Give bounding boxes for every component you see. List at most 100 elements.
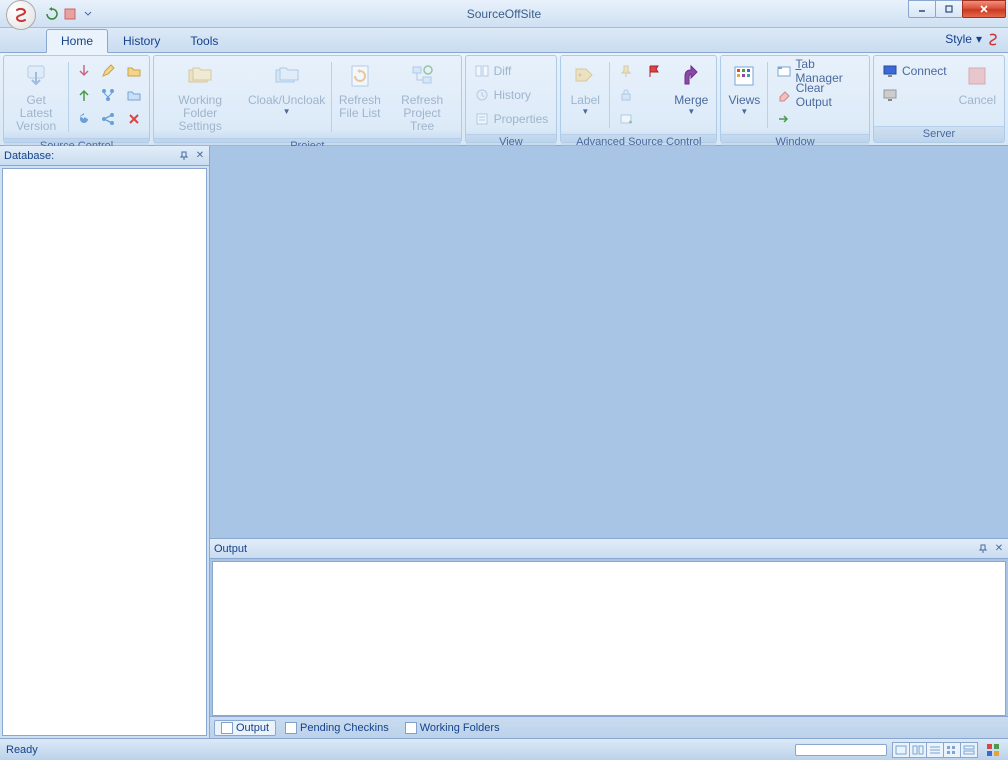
delete-icon[interactable]	[123, 108, 145, 130]
cloak-icon	[271, 60, 303, 92]
refresh-file-list-button[interactable]: Refresh File List	[334, 58, 386, 136]
status-bar: Ready	[0, 738, 1008, 760]
right-area: Output ✕ Output Pending Checkins Working…	[210, 146, 1008, 738]
branch-icon[interactable]	[97, 84, 119, 106]
group-view: Diff History Properties View	[465, 55, 558, 143]
app-orb-button[interactable]	[6, 0, 36, 30]
view-mode-2[interactable]	[909, 742, 927, 758]
folders-icon	[184, 60, 216, 92]
diff-button[interactable]: Diff	[470, 60, 553, 82]
group-advanced: Label ▼ Merge ▼ Advanced Source Control	[560, 55, 717, 143]
tab-manager-button[interactable]: Tab Manager	[772, 60, 865, 82]
database-pane: Database: ✕	[0, 146, 210, 738]
views-button[interactable]: Views ▼	[723, 58, 765, 132]
qat-dropdown-icon[interactable]	[80, 6, 96, 22]
view-mode-4[interactable]	[943, 742, 961, 758]
close-icon[interactable]: ✕	[992, 542, 1006, 556]
disconnect-button[interactable]	[878, 84, 951, 106]
checkout-icon[interactable]	[73, 60, 95, 82]
refresh-tree-label: Refresh Project Tree	[392, 94, 453, 134]
share-icon[interactable]	[97, 108, 119, 130]
flag-icon	[646, 63, 662, 79]
refresh-file-icon	[344, 60, 376, 92]
title-bar: SourceOffSite	[0, 0, 1008, 28]
view-mode-3[interactable]	[926, 742, 944, 758]
lock-icon	[618, 87, 634, 103]
eraser-icon	[776, 87, 791, 103]
qat-refresh-icon[interactable]	[44, 6, 60, 22]
doc-icon	[405, 722, 417, 734]
refresh-tree-button[interactable]: Refresh Project Tree	[386, 58, 459, 136]
folder-open-icon[interactable]	[123, 84, 145, 106]
tab-history[interactable]: History	[108, 29, 175, 52]
get-latest-button[interactable]: Get Latest Version	[6, 58, 66, 136]
folder-icon[interactable]	[123, 60, 145, 82]
tab-pending[interactable]: Pending Checkins	[278, 720, 396, 736]
pin-small-button[interactable]	[614, 60, 638, 82]
cancel-button[interactable]: Cancel	[953, 58, 1002, 124]
add-small-button[interactable]	[614, 108, 638, 130]
tag-icon	[569, 60, 601, 92]
lock-small-button[interactable]	[614, 84, 638, 106]
window-extra-button[interactable]	[772, 108, 865, 130]
working-folder-button[interactable]: Working Folder Settings	[156, 58, 244, 136]
status-text: Ready	[6, 744, 38, 756]
history-button[interactable]: History	[470, 84, 553, 106]
group-window: Views ▼ Tab Manager Clear Output Window	[720, 55, 870, 143]
merge-button[interactable]: Merge ▼	[668, 58, 714, 132]
close-button[interactable]	[962, 0, 1006, 18]
tab-pending-label: Pending Checkins	[300, 722, 389, 734]
doc-icon	[221, 722, 233, 734]
tabs-icon	[776, 63, 791, 79]
chevron-down-icon: ▾	[976, 32, 982, 46]
view-mode-5[interactable]	[960, 742, 978, 758]
label-btn-label: Label	[571, 94, 600, 107]
style-menu[interactable]: Style ▾	[945, 32, 1000, 46]
working-folder-label: Working Folder Settings	[162, 94, 238, 134]
database-tree[interactable]	[2, 168, 207, 736]
tab-working-folders[interactable]: Working Folders	[398, 720, 507, 736]
views-icon	[728, 60, 760, 92]
qat-stop-icon[interactable]	[62, 6, 78, 22]
clear-output-button[interactable]: Clear Output	[772, 84, 865, 106]
output-pane: Output ✕ Output Pending Checkins Working…	[210, 538, 1008, 738]
source-control-extra	[121, 58, 147, 136]
properties-button[interactable]: Properties	[470, 108, 553, 130]
main-area: Database: ✕ Output ✕ Output Pending Chec…	[0, 146, 1008, 738]
properties-icon	[474, 111, 490, 127]
maximize-button[interactable]	[935, 0, 963, 18]
tray-icon[interactable]	[984, 741, 1002, 759]
ribbon: Get Latest Version Source Control	[0, 52, 1008, 146]
window-controls	[909, 0, 1006, 18]
tab-home[interactable]: Home	[46, 29, 108, 53]
progress-bar	[795, 744, 887, 756]
tab-output[interactable]: Output	[214, 720, 276, 736]
cloak-button[interactable]: Cloak/Uncloak ▼	[244, 58, 329, 136]
stop-icon	[961, 60, 993, 92]
tab-output-label: Output	[236, 722, 269, 734]
pin-icon[interactable]	[976, 542, 990, 556]
close-icon[interactable]: ✕	[193, 149, 207, 163]
edit-icon[interactable]	[97, 60, 119, 82]
group-label-server: Server	[874, 126, 1004, 142]
chevron-down-icon: ▼	[581, 108, 589, 117]
checkin-icon[interactable]	[73, 84, 95, 106]
window-title: SourceOffSite	[0, 7, 1008, 21]
arrow-right-icon	[776, 111, 792, 127]
pin-icon[interactable]	[177, 149, 191, 163]
app-small-icon	[986, 32, 1000, 46]
output-text[interactable]	[212, 561, 1006, 716]
undo-icon[interactable]	[73, 108, 95, 130]
label-button[interactable]: Label ▼	[563, 58, 607, 132]
flag-small-button[interactable]	[642, 60, 666, 82]
view-switcher	[893, 742, 978, 758]
chevron-down-icon: ▼	[283, 108, 291, 117]
connect-label: Connect	[902, 64, 947, 78]
connect-button[interactable]: Connect	[878, 60, 951, 82]
output-title: Output	[214, 543, 247, 555]
minimize-button[interactable]	[908, 0, 936, 18]
tab-tools[interactable]: Tools	[175, 29, 233, 52]
database-title: Database:	[4, 150, 54, 162]
ribbon-tabs: Home History Tools Style ▾	[0, 28, 1008, 52]
view-mode-1[interactable]	[892, 742, 910, 758]
